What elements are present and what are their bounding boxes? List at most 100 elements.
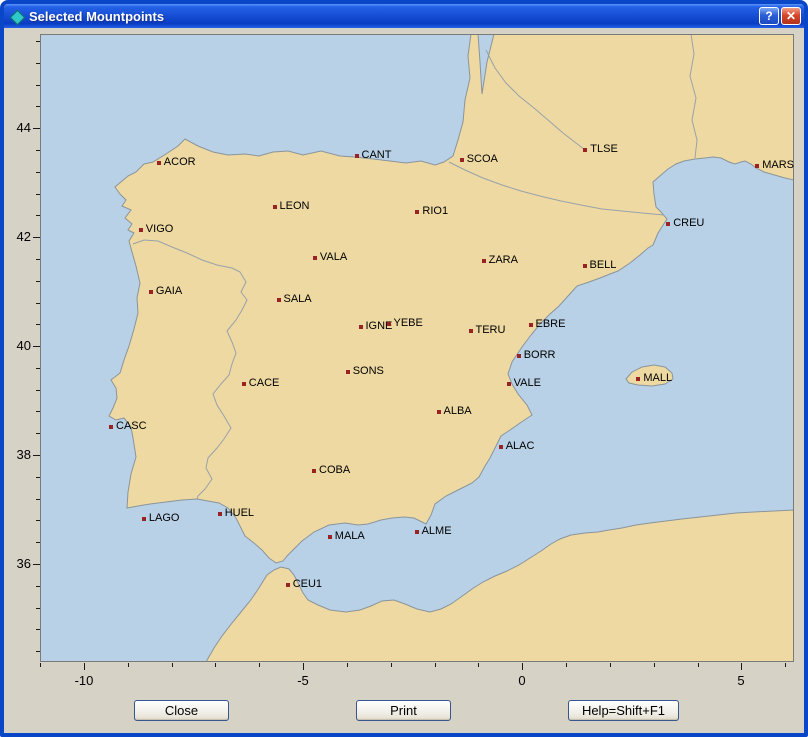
station-label: TERU [476,324,506,336]
dialog-client-area: ACORCANTSCOATLSEMARSLEONRIO1CREUVIGOVALA… [4,28,804,733]
y-axis-major-tick [33,455,40,456]
map-plot: ACORCANTSCOATLSEMARSLEONRIO1CREUVIGOVALA… [40,34,794,662]
station-label: SONS [353,365,384,377]
station-marker-icon [755,164,759,168]
station-marker-icon [157,161,161,165]
station-label: HUEL [225,507,254,519]
station-label: YEBE [394,317,423,329]
y-axis-minor-tick [36,63,40,64]
station-marker-icon [437,410,441,414]
y-axis-minor-tick [36,150,40,151]
x-axis-minor-tick [391,663,392,667]
station-marker-icon [469,329,473,333]
y-axis-tick-label: 40 [4,338,31,353]
titlebar-close-button[interactable]: ✕ [781,7,801,25]
station-label: SCOA [467,153,498,165]
print-button[interactable]: Print [356,700,451,721]
y-axis-major-tick [33,346,40,347]
x-axis-minor-tick [785,663,786,667]
station-label: GAIA [156,285,182,297]
y-axis-minor-tick [36,411,40,412]
x-axis-minor-tick [478,663,479,667]
x-axis-minor-tick [435,663,436,667]
station-label: BORR [524,349,556,361]
x-axis-minor-tick [215,663,216,667]
titlebar[interactable]: Selected Mountpoints ? ✕ [4,4,804,28]
y-axis-minor-tick [36,608,40,609]
station-marker-icon [460,158,464,162]
x-axis-major-tick [522,663,523,670]
station-label: SALA [284,293,312,305]
station-marker-icon [415,530,419,534]
station-marker-icon [273,205,277,209]
station-marker-icon [482,259,486,263]
y-axis-minor-tick [36,368,40,369]
y-axis-minor-tick [36,106,40,107]
station-label: ALME [422,525,452,537]
station-label: ZARA [489,254,518,266]
x-axis-minor-tick [347,663,348,667]
station-label: CREU [673,217,704,229]
station-label: VALE [514,377,541,389]
x-axis-tick-label: 5 [721,673,761,688]
station-label: RIO1 [422,205,448,217]
x-axis-minor-tick [172,663,173,667]
station-marker-icon [313,256,317,260]
y-axis-minor-tick [36,390,40,391]
station-marker-icon [517,354,521,358]
y-axis-minor-tick [36,172,40,173]
station-label: LEON [280,200,310,212]
y-axis-minor-tick [36,542,40,543]
station-label: VIGO [146,223,174,235]
station-marker-icon [139,228,143,232]
station-marker-icon [328,535,332,539]
app-icon [9,9,24,24]
y-axis-minor-tick [36,586,40,587]
x-axis-minor-tick [698,663,699,667]
x-axis-minor-tick [259,663,260,667]
station-marker-icon [387,322,391,326]
y-axis-minor-tick [36,41,40,42]
station-label: TLSE [590,143,618,155]
station-label: CEU1 [293,578,322,590]
x-axis-major-tick [303,663,304,670]
station-label: LAGO [149,512,180,524]
station-label: BELL [590,259,617,271]
x-axis-minor-tick [128,663,129,667]
station-marker-icon [142,517,146,521]
station-marker-icon [415,210,419,214]
close-button[interactable]: Close [134,700,229,721]
station-marker-icon [666,222,670,226]
station-label: VALA [320,251,347,263]
station-marker-icon [529,323,533,327]
y-axis-minor-tick [36,629,40,630]
x-axis-major-tick [84,663,85,670]
station-marker-icon [507,382,511,386]
y-axis-minor-tick [36,433,40,434]
station-marker-icon [277,298,281,302]
y-axis-minor-tick [36,520,40,521]
x-axis-minor-tick [610,663,611,667]
station-label: CASC [116,420,147,432]
station-label: EBRE [536,318,566,330]
station-label: COBA [319,464,350,476]
help-button[interactable]: Help=Shift+F1 [568,700,679,721]
y-axis-major-tick [33,128,40,129]
y-axis-minor-tick [36,281,40,282]
y-axis-minor-tick [36,215,40,216]
y-axis-major-tick [33,564,40,565]
y-axis-tick-label: 44 [4,120,31,135]
station-marker-icon [355,154,359,158]
y-axis-minor-tick [36,499,40,500]
y-axis-major-tick [33,237,40,238]
x-axis-minor-tick [566,663,567,667]
station-marker-icon [242,382,246,386]
station-label: ACOR [164,156,196,168]
x-axis-major-tick [741,663,742,670]
y-axis-minor-tick [36,194,40,195]
station-marker-icon [286,583,290,587]
station-marker-icon [499,445,503,449]
station-label: MALL [643,372,672,384]
titlebar-help-button[interactable]: ? [759,7,779,25]
station-marker-icon [359,325,363,329]
